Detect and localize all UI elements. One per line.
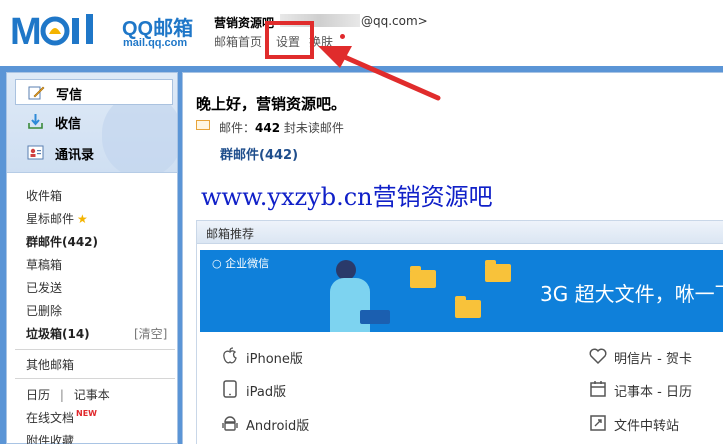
- highlight-box: [265, 21, 314, 59]
- unread-mail-link[interactable]: 封未读邮件: [284, 121, 344, 135]
- link-separator: |: [59, 388, 64, 402]
- compose-icon: [28, 86, 45, 100]
- file-transfer-icon: [590, 415, 606, 431]
- calendar-icon: [590, 381, 606, 397]
- wecom-brand-label: 企业微信: [225, 257, 270, 270]
- iphone-label: iPhone版: [246, 352, 303, 367]
- notification-dot: [340, 34, 345, 39]
- recommend-title: 邮箱推荐: [206, 227, 255, 241]
- banner-headline: 3G 超大文件，咻一下: [540, 282, 723, 306]
- sidebar-actions: 写信 收信 通讯录: [7, 73, 177, 173]
- recommend-panel: 邮箱推荐 ○ 企业微信 3G 超大文件，咻一下 iPhone版 iPad版 An…: [196, 220, 723, 444]
- folder-other-mailbox[interactable]: 其他邮箱: [26, 356, 74, 373]
- folder-deleted[interactable]: 已删除: [26, 302, 62, 319]
- folder-sent[interactable]: 已发送: [26, 279, 62, 296]
- notes-calendar-label: 记事本 - 日历: [614, 385, 692, 400]
- folder-icon: [455, 296, 481, 318]
- attachment-favorites-link[interactable]: 附件收藏: [26, 432, 74, 444]
- mail-summary-text: 邮件：442 封未读邮件: [219, 119, 344, 136]
- divider: [15, 378, 175, 379]
- red-arrow-annotation: [318, 46, 441, 101]
- compose-label: 写信: [56, 88, 83, 103]
- folder-icon: [485, 260, 511, 282]
- tablet-icon: [223, 380, 237, 398]
- contacts-label: 通讯录: [55, 148, 95, 163]
- star-icon: ★: [77, 212, 88, 226]
- contacts-icon: [27, 145, 44, 160]
- online-docs-link[interactable]: 在线文档 NEW: [26, 409, 97, 426]
- brand-domain: mail.qq.com: [123, 37, 188, 49]
- divider: [15, 349, 175, 350]
- mail-label: 邮件：: [219, 121, 256, 135]
- apple-icon: [223, 347, 237, 364]
- envelope-icon: [196, 120, 210, 130]
- watermark-text: www.yxzyb.cn营销资源吧: [201, 183, 493, 211]
- receive-label: 收信: [55, 117, 82, 132]
- folder-inbox[interactable]: 收件箱: [26, 187, 62, 204]
- android-icon: [222, 416, 238, 431]
- sidebar: 写信 收信 通讯录 收件箱 星标邮件★ 群邮件(442) 草稿箱 已发送 已删: [6, 72, 178, 444]
- online-docs-label: 在线文档: [26, 411, 75, 425]
- folder-group-mail[interactable]: 群邮件(442): [26, 233, 98, 250]
- clear-spam-link[interactable]: [清空]: [134, 325, 167, 342]
- person-illustration-head: [336, 260, 356, 280]
- folder-spam[interactable]: 垃圾箱(14): [26, 325, 90, 342]
- nav-mail-home[interactable]: 邮箱首页: [214, 33, 262, 50]
- heart-icon: [589, 348, 607, 365]
- notes-link[interactable]: 记事本: [74, 388, 110, 402]
- qq-mail-logo[interactable]: M: [10, 10, 120, 50]
- svg-text:M: M: [10, 11, 42, 50]
- recommend-header: 邮箱推荐: [197, 221, 723, 244]
- inbox-download-icon: [28, 114, 43, 129]
- calendar-link[interactable]: 日历: [26, 388, 50, 402]
- wecom-banner[interactable]: ○ 企业微信 3G 超大文件，咻一下: [200, 250, 723, 332]
- android-label: Android版: [246, 419, 310, 434]
- postcard-label: 明信片 - 贺卡: [614, 352, 692, 367]
- mail-count: 442: [255, 121, 281, 135]
- ipad-label: iPad版: [246, 385, 287, 400]
- receive-button[interactable]: 收信: [15, 109, 173, 135]
- folder-drafts[interactable]: 草稿箱: [26, 256, 62, 273]
- wecom-brand: ○ 企业微信: [212, 257, 270, 270]
- folder-icon: [410, 266, 436, 288]
- folder-starred[interactable]: 星标邮件 ★: [26, 210, 88, 227]
- contacts-button[interactable]: 通讯录: [15, 140, 173, 166]
- main-content: 晚上好，营销资源吧。 邮件：442 封未读邮件 群邮件(442) www.yxz…: [182, 72, 723, 444]
- compose-button[interactable]: 写信: [15, 79, 173, 105]
- user-email: @qq.com>: [361, 14, 428, 28]
- file-transfer-label: 文件中转站: [614, 419, 680, 434]
- laptop-illustration: [360, 310, 390, 324]
- calendar-notes-row: 日历 | 记事本: [26, 386, 110, 403]
- new-badge: NEW: [76, 409, 97, 418]
- group-mail-link[interactable]: 群邮件(442): [220, 144, 298, 163]
- folder-starred-label: 星标邮件: [26, 212, 75, 226]
